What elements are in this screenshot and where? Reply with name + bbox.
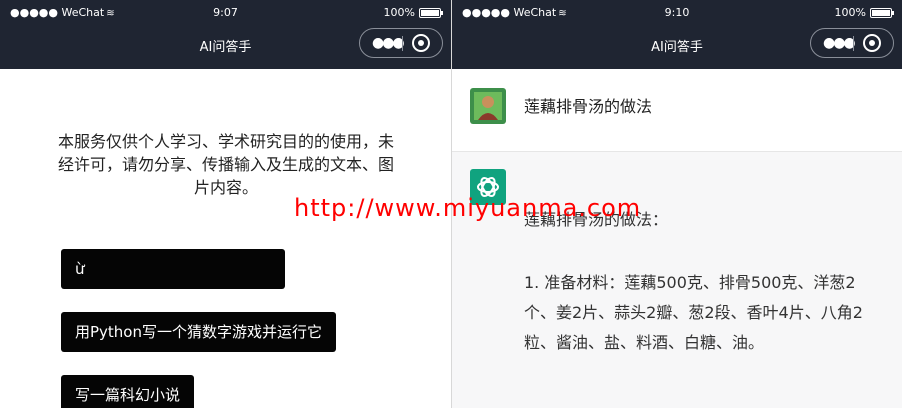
target-icon[interactable] xyxy=(863,34,881,52)
target-icon[interactable] xyxy=(412,34,430,52)
assistant-answer-body: 1. 准备材料：莲藕500克、排骨500克、洋葱2个、姜2片、蒜头2瓣、葱2段、… xyxy=(524,273,863,352)
disclaimer-text: 本服务仅供个人学习、学术研究目的的使用，未经许可，请勿分享、传播输入及生成的文本… xyxy=(57,132,394,197)
user-avatar xyxy=(470,88,506,124)
battery-status: 100% xyxy=(834,6,894,19)
status-bar: ●●●●● WeChat ≋ 9:10 100% xyxy=(452,0,902,26)
battery-icon xyxy=(870,7,894,18)
example-prompt-button[interactable]: ừ xyxy=(61,249,285,289)
battery-percent: 100% xyxy=(834,6,866,19)
more-dots-icon[interactable]: ●●● xyxy=(372,35,405,51)
example-prompt-button[interactable]: 用Python写一个猜数字游戏并运行它 xyxy=(61,312,336,352)
battery-percent: 100% xyxy=(383,6,415,19)
capsule-divider xyxy=(402,36,403,51)
more-dots-icon[interactable]: ●●● xyxy=(823,35,856,51)
nav-bar: ●●●●● WeChat ≋ 9:07 100% AI问答手 ●●● xyxy=(0,0,451,69)
example-prompt-button[interactable]: 写一篇科幻小说 xyxy=(61,375,195,408)
nav-bar: ●●●●● WeChat ≋ 9:10 100% AI问答手 ●●● xyxy=(452,0,902,69)
battery-icon xyxy=(419,7,443,18)
capsule-divider xyxy=(853,36,854,51)
mini-program-capsule: ●●● xyxy=(359,28,443,58)
battery-status: 100% xyxy=(383,6,443,19)
user-message-row xyxy=(452,69,902,152)
status-bar: ●●●●● WeChat ≋ 9:07 100% xyxy=(0,0,451,26)
user-avatar-icon xyxy=(470,88,506,124)
mini-program-capsule: ●●● xyxy=(810,28,894,58)
watermark-text: http://www.miyuanma.com xyxy=(294,194,642,222)
user-question-text: 莲藕排骨汤的做法 xyxy=(524,97,653,116)
